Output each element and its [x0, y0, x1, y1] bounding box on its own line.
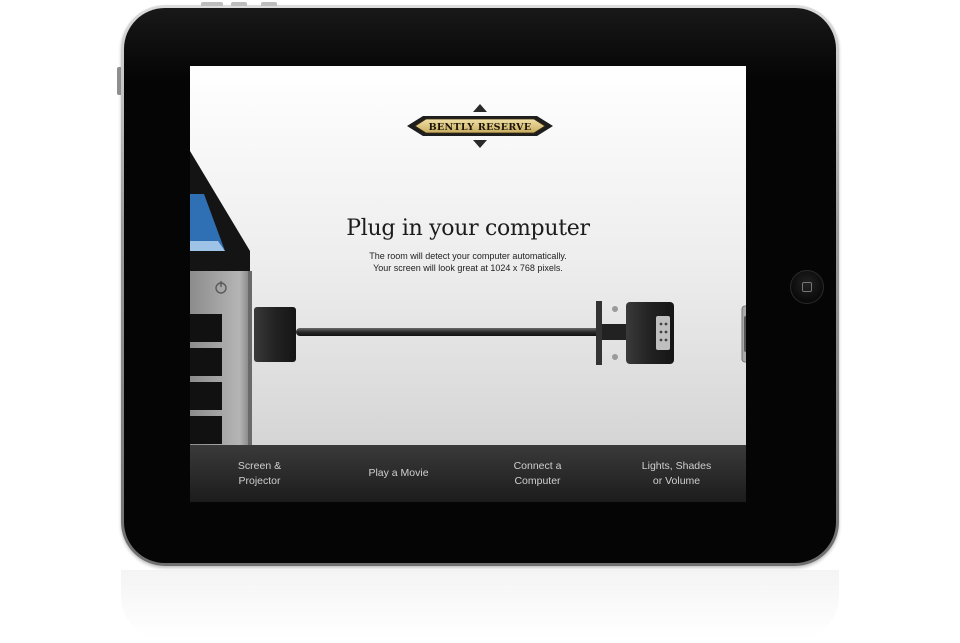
nav-connect-computer[interactable]: Connect a Computer [468, 445, 607, 502]
instruction-line-1: The room will detect your computer autom… [369, 251, 567, 261]
nav-screen-projector[interactable]: Screen & Projector [190, 445, 329, 502]
sleep-button [261, 2, 277, 6]
device-reflection [121, 570, 839, 640]
home-button-icon [802, 282, 812, 292]
mute-switch [231, 2, 247, 6]
bottom-nav-bar: Screen & Projector Play a Movie Connect … [190, 445, 746, 502]
bently-reserve-logo: BENTLY RESERVE [405, 102, 555, 150]
side-switch [117, 67, 121, 95]
instruction-line-2: Your screen will look great at 1024 x 76… [373, 263, 563, 273]
page-title: Plug in your computer [346, 216, 590, 241]
volume-button [201, 2, 223, 6]
nav-play-movie[interactable]: Play a Movie [329, 445, 468, 502]
nav-lights-shades-volume[interactable]: Lights, Shades or Volume [607, 445, 746, 502]
mini-displayport-plug [254, 307, 296, 362]
svg-text:BENTLY RESERVE: BENTLY RESERVE [429, 122, 532, 133]
app-screen: BENTLY RESERVE Plug in your computer The… [190, 66, 746, 502]
home-button[interactable] [790, 270, 824, 304]
connect-computer-panel: BENTLY RESERVE Plug in your computer The… [190, 66, 746, 445]
